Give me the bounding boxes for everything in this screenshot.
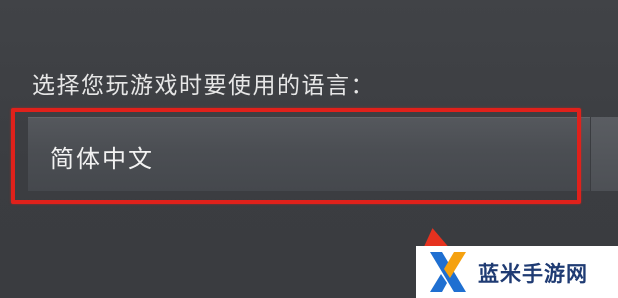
red-highlight-box [11, 108, 581, 204]
watermark-badge: 蓝米手游网 [416, 246, 618, 298]
watermark-text: 蓝米手游网 [478, 262, 588, 286]
language-prompt-label: 选择您玩游戏时要使用的语言： [32, 73, 375, 99]
dropdown-arrow-button[interactable] [590, 117, 618, 191]
x-logo-icon [430, 252, 466, 292]
language-settings-panel: 选择您玩游戏时要使用的语言： 简体中文 蓝米手游网 [0, 0, 618, 298]
